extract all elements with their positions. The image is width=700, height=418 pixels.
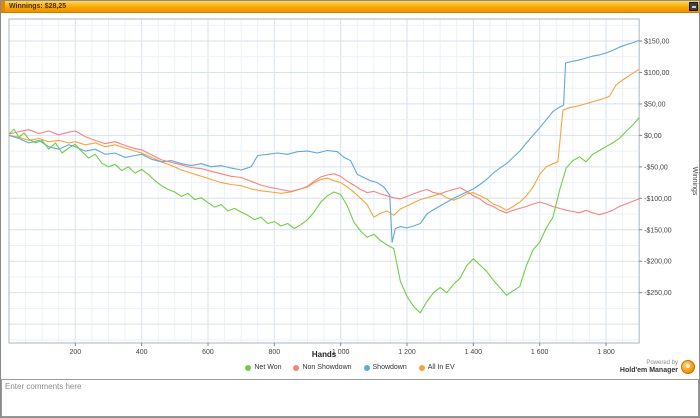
- legend-label-net-won: Net Won: [254, 364, 282, 371]
- legend-label-all-in-ev: All In EV: [427, 364, 455, 371]
- comments-input[interactable]: [1, 379, 699, 417]
- titlebar-menu-button[interactable]: [689, 2, 698, 11]
- holdem-manager-graph-window: Winnings: $28,25 200 400 600 800 1 000 1 200 1…: [0, 0, 700, 418]
- holdem-manager-logo-icon: [681, 360, 695, 375]
- winnings-title: Winnings: $28,25: [9, 3, 67, 10]
- legend-label-non-showdown: Non Showdown: [302, 364, 352, 371]
- y-tick-label: -$250,00: [644, 290, 672, 297]
- legend-label-showdown: Showdown: [372, 364, 407, 371]
- powered-by-label: Powered by: [646, 360, 678, 366]
- x-tick-label: 200: [69, 349, 81, 356]
- powered-by: Powered by Hold'em Manager: [620, 360, 695, 375]
- x-tick-label: 600: [202, 349, 214, 356]
- net-won-swatch-icon: [245, 364, 252, 371]
- powered-by-text: Powered by Hold'em Manager: [620, 360, 678, 375]
- y-tick-label: $100,00: [644, 70, 669, 77]
- chart-legend: Net Won Non Showdown Showdown All In EV: [1, 364, 699, 371]
- legend-item-showdown[interactable]: Showdown: [363, 364, 407, 371]
- y-tick-label: $150,00: [644, 39, 669, 46]
- non-showdown-swatch-icon: [293, 364, 300, 371]
- x-tick-label: 1 600: [531, 349, 549, 356]
- x-axis-title: Hands: [312, 350, 337, 359]
- brand-label: Hold'em Manager: [619, 366, 678, 374]
- showdown-swatch-icon: [363, 364, 370, 371]
- y-tick-label: -$100,00: [644, 196, 672, 203]
- all-in-ev-swatch-icon: [418, 364, 425, 371]
- y-tick-label: -$50,00: [644, 164, 668, 171]
- x-tick-label: 1 800: [597, 349, 615, 356]
- titlebar-grip-icon: [1, 1, 5, 12]
- y-axis-labels: $150,00 $100,00 $50,00 $0,00 -$50,00 -$100,00…: [639, 39, 672, 297]
- x-tick-label: 400: [136, 349, 148, 356]
- x-tick-label: 1 200: [398, 349, 416, 356]
- x-axis-labels: 200 400 600 800 1 000 1 200 1 400 1 600 1 800: [69, 343, 615, 356]
- gridlines: [8, 19, 640, 343]
- y-tick-label: -$150,00: [644, 227, 672, 234]
- titlebar[interactable]: Winnings: $28,25: [1, 1, 699, 13]
- winnings-chart: 200 400 600 800 1 000 1 200 1 400 1 600 1 800 $15…: [1, 13, 699, 359]
- y-axis-title: Winnings: [691, 167, 698, 196]
- legend-item-all-in-ev[interactable]: All In EV: [418, 364, 455, 371]
- x-tick-label: 1 400: [465, 349, 483, 356]
- chart-footer-row: Net Won Non Showdown Showdown All In EV Pow…: [1, 359, 699, 379]
- x-tick-label: 800: [269, 349, 281, 356]
- y-tick-label: $0,00: [644, 133, 662, 140]
- y-tick-label: -$200,00: [644, 259, 672, 266]
- legend-item-non-showdown[interactable]: Non Showdown: [293, 364, 352, 371]
- legend-item-net-won[interactable]: Net Won: [245, 364, 281, 371]
- chart-canvas: 200 400 600 800 1 000 1 200 1 400 1 600 1 800$15…: [8, 18, 698, 359]
- y-tick-label: $50,00: [644, 101, 665, 108]
